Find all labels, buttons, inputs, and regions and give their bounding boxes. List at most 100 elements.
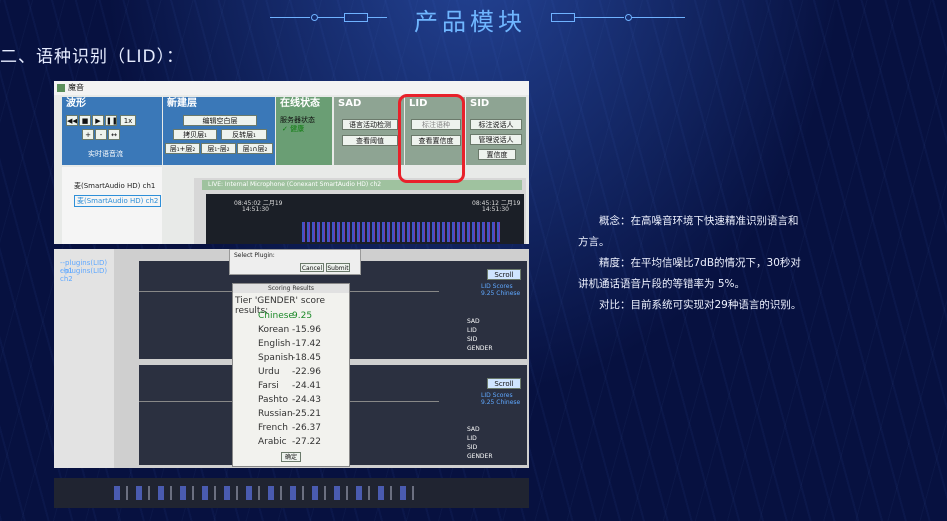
- time-label: 14:51:30: [482, 206, 509, 213]
- channel-item-selected[interactable]: 麦(SmartAudio HD) ch2: [74, 195, 162, 207]
- pause-button[interactable]: ❚❚: [105, 115, 117, 126]
- score-value: -24.43: [292, 395, 322, 405]
- play-button[interactable]: ▶: [92, 115, 104, 126]
- speech-activity-button[interactable]: 语言活动检测: [342, 119, 398, 130]
- score-language: Korean: [258, 325, 290, 335]
- side-panel-1: Scroll LID Scores 9.25 Chinese SAD LID S…: [465, 269, 529, 359]
- concept-label: 概念：: [599, 215, 631, 227]
- score-row: Russian -25.21: [233, 407, 349, 421]
- toolbar-group-online: 在线状态 服务器状态 ✓ 健康: [276, 97, 332, 165]
- live-label: LIVE: Internal Microphone (Conexant Smar…: [202, 180, 522, 190]
- tier-list: SAD LID SID GENDER: [467, 317, 493, 353]
- time-label: 14:51:30: [242, 206, 269, 213]
- score-row: Farsi -24.41: [233, 379, 349, 393]
- compare-text: 目前系统可实现对29种语言的识别。: [630, 299, 802, 311]
- tier-list: SAD LID SID GENDER: [467, 425, 493, 461]
- score-value: -27.22: [292, 437, 322, 447]
- ok-button[interactable]: 确定: [281, 452, 301, 462]
- waveform-signal: [302, 222, 502, 242]
- score-value: -18.45: [292, 353, 322, 363]
- score-language: French: [258, 423, 288, 433]
- score-value: -22.96: [292, 367, 322, 377]
- edit-blank-layer-button[interactable]: 编辑空白层: [183, 115, 257, 126]
- score-language: Farsi: [258, 381, 279, 391]
- scoring-results-dialog: Scoring Results Tier 'GENDER' score resu…: [232, 283, 350, 467]
- rewind-button[interactable]: ◀◀: [66, 115, 78, 126]
- layer-subtract-button[interactable]: 层₁-层₂: [201, 143, 236, 154]
- score-row: Chinese 9.25: [233, 309, 349, 323]
- copy-layer-button[interactable]: 拷贝层₁: [173, 129, 217, 140]
- tier-item[interactable]: LID: [467, 326, 493, 335]
- cancel-button[interactable]: Cancel: [300, 263, 324, 272]
- plugin-channel[interactable]: --plugins(LID) ch2: [60, 267, 114, 283]
- live-waveform[interactable]: 08:45:02 二月19 14:51:30 08:45:12 二月19 14:…: [206, 194, 524, 244]
- scroll-button[interactable]: Scroll: [487, 269, 521, 280]
- toolbar-group-sid: SID 标注说话人 管理说话人 置信度: [466, 97, 526, 165]
- toolbar-group-waveform: 波形 ◀◀ ■ ▶ ❚❚ 1x + - ↔ 实时语音流: [62, 97, 162, 165]
- app-icon: [57, 84, 65, 92]
- tier-item[interactable]: SID: [467, 443, 493, 452]
- dialog-title: Scoring Results: [233, 284, 349, 293]
- score-language: English: [258, 339, 291, 349]
- tier-item[interactable]: SID: [467, 335, 493, 344]
- score-value: -15.96: [292, 325, 322, 335]
- score-language: Pashto: [258, 395, 288, 405]
- lid-highlight-box: [398, 94, 465, 183]
- view-threshold-button[interactable]: 查看阈值: [342, 135, 398, 146]
- concept-paragraph: 概念：在高噪音环境下快速精准识别语言和方言。: [578, 211, 808, 253]
- zoom-out-icon[interactable]: -: [95, 129, 107, 140]
- tier-item[interactable]: SAD: [467, 425, 493, 434]
- compare-paragraph: 对比：目前系统可实现对29种语言的识别。: [578, 295, 808, 316]
- submit-button[interactable]: Submit: [326, 263, 350, 272]
- toolbar-group-label: 波形: [66, 98, 86, 109]
- server-status-value: ✓ 健康: [282, 125, 305, 133]
- tier-item[interactable]: SAD: [467, 317, 493, 326]
- score-value: -25.21: [292, 409, 322, 419]
- live-panel: LIVE: Internal Microphone (Conexant Smar…: [194, 178, 526, 244]
- score-row: English -17.42: [233, 337, 349, 351]
- layer-union-button[interactable]: 层₁+层₂: [165, 143, 200, 154]
- channel-item[interactable]: 麦(SmartAudio HD) ch1: [74, 181, 155, 191]
- accuracy-paragraph: 精度：在平均信噪比7dB的情况下，30秒对讲机通话语音片段的等错率为 5%。: [578, 253, 808, 295]
- tier-item[interactable]: GENDER: [467, 344, 493, 353]
- scroll-button[interactable]: Scroll: [487, 378, 521, 389]
- score-row: Arabic -27.22: [233, 435, 349, 449]
- sid-confidence-button[interactable]: 置信度: [478, 149, 516, 160]
- score-language: Arabic: [258, 437, 287, 447]
- zoom-fit-icon[interactable]: ↔: [108, 129, 120, 140]
- score-language: Chinese: [258, 311, 294, 321]
- score-row: French -26.37: [233, 421, 349, 435]
- lid-scores-value: 9.25 Chinese: [481, 399, 521, 406]
- realtime-stream-label[interactable]: 实时语音流: [88, 149, 123, 159]
- tier-item[interactable]: LID: [467, 434, 493, 443]
- speed-button[interactable]: 1x: [120, 115, 136, 126]
- lid-scores-label: LID Scores: [481, 283, 513, 290]
- zoom-in-icon[interactable]: +: [82, 129, 94, 140]
- invert-layer-button[interactable]: 反转层₁: [221, 129, 267, 140]
- accuracy-label: 精度：: [599, 257, 631, 269]
- select-plugin-label: Select Plugin:: [234, 252, 275, 259]
- timeline-segments: [114, 486, 414, 500]
- lid-scores-value: 9.25 Chinese: [481, 290, 521, 297]
- layer-intersect-button[interactable]: 层₁∩层₂: [237, 143, 273, 154]
- score-row: Pashto -24.43: [233, 393, 349, 407]
- toolbar-group-label: 新建层: [167, 98, 197, 109]
- plugin-select-bar: Select Plugin: Cancel Submit: [229, 249, 361, 275]
- score-language: Urdu: [258, 367, 280, 377]
- window-titlebar: 魔音: [54, 81, 529, 95]
- stop-button[interactable]: ■: [79, 115, 91, 126]
- score-value: -17.42: [292, 339, 322, 349]
- timeline-strip[interactable]: [54, 478, 529, 508]
- score-language: Spanish: [258, 353, 294, 363]
- manage-speaker-button[interactable]: 管理说话人: [470, 134, 522, 145]
- toolbar-group-sad: SAD 语言活动检测 查看阈值: [334, 97, 404, 165]
- score-row: Korean -15.96: [233, 323, 349, 337]
- tier-item[interactable]: GENDER: [467, 452, 493, 461]
- score-row: Urdu -22.96: [233, 365, 349, 379]
- score-row: Spanish -18.45: [233, 351, 349, 365]
- toolbar-group-label: 在线状态: [280, 98, 320, 109]
- page-title: 产品模块: [414, 8, 526, 36]
- label-speaker-button[interactable]: 标注说话人: [470, 119, 522, 130]
- toolbar-group-label: SID: [470, 98, 490, 109]
- title-decoration-left: [270, 13, 400, 22]
